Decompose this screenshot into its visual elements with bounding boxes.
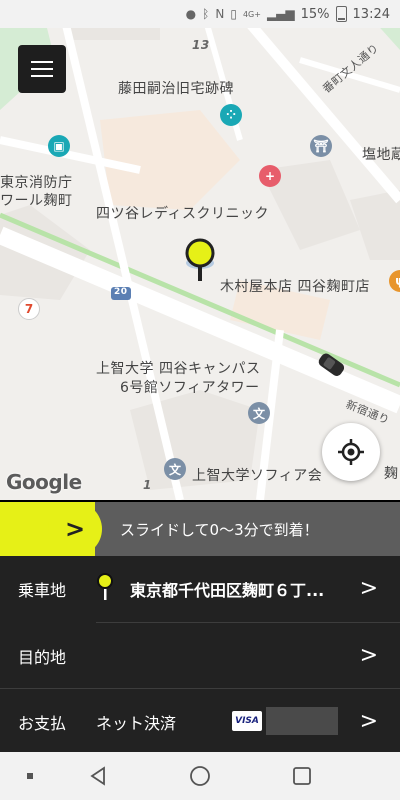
map-label-kimuraya: 木村屋本店 四谷麹町店 <box>220 279 370 295</box>
bluetooth-icon: ᛒ <box>202 7 210 21</box>
location-icon: ● <box>185 7 197 21</box>
vibrate-icon: ▯ <box>230 7 237 21</box>
network-badge: 4G+ <box>242 9 261 19</box>
map-label-fujita: 藤田嗣治旧宅跡碑 <box>118 81 234 97</box>
map-view[interactable]: 藤田嗣治旧宅跡碑 塩地蔵 東京消防庁 ワール麹町 四ツ谷レディスクリニック 木村… <box>0 0 400 500</box>
school-icon-2[interactable]: 文 <box>164 458 186 480</box>
my-location-icon <box>338 439 364 465</box>
chevron-right-icon: > <box>359 576 378 601</box>
nav-home-button[interactable] <box>170 752 230 800</box>
payment-row[interactable]: お支払 ネット決済 VISA > <box>0 689 400 754</box>
pickup-label: 乗車地 <box>18 580 67 600</box>
school-icon[interactable]: 文 <box>248 402 270 424</box>
map-label-shiomi: 塩地蔵 <box>362 147 400 163</box>
map-label-clinic: 四ツ谷レディスクリニック <box>96 206 270 222</box>
google-logo: Google <box>6 470 82 494</box>
back-icon <box>90 766 105 786</box>
map-label-block13: 13 <box>192 38 210 52</box>
status-icons: ● ᛒ N ▯ 4G+ ▂▄▆ 15% 13:24 <box>186 6 390 22</box>
pickup-pin-icon[interactable] <box>182 237 218 285</box>
map-label-sophia2: 6号館ソフィアタワー <box>120 380 260 396</box>
battery-percent: 15% <box>300 6 330 22</box>
map-label-sophia1: 上智大学 四谷キャンパス <box>96 361 261 377</box>
masked-card-number <box>266 707 338 735</box>
map-label-fire: 東京消防庁 <box>0 175 73 191</box>
slide-instruction: スライドして0〜3分で到着！ <box>120 521 319 539</box>
square-dot-icon <box>27 773 33 779</box>
home-icon <box>190 766 210 786</box>
pickup-location-icon <box>97 573 113 600</box>
route-shield-label: 20 <box>114 287 128 297</box>
status-bar: ● ᛒ N ▯ 4G+ ▂▄▆ 15% 13:24 <box>0 0 400 28</box>
my-location-button[interactable] <box>322 423 380 481</box>
pickup-address: 東京都千代田区麹町６丁... <box>130 580 325 600</box>
map-label-block1: 1 <box>143 478 152 492</box>
menu-line <box>31 68 53 70</box>
chevron-right-icon: > <box>64 515 86 543</box>
menu-line <box>31 61 53 63</box>
taxi-car-icon <box>318 353 345 376</box>
recents-icon <box>293 767 311 785</box>
ride-details-panel: 乗車地 東京都千代田区麹町６丁... > 目的地 > お支払 ネット決済 VIS… <box>0 556 400 752</box>
pickup-row[interactable]: 乗車地 東京都千代田区麹町６丁... > <box>0 556 400 621</box>
menu-button[interactable] <box>18 45 66 93</box>
signal-icon: ▂▄▆ <box>266 7 295 21</box>
landmark-icon[interactable]: ⁘ <box>220 104 242 126</box>
convenience-store-icon[interactable]: 7 <box>18 298 40 320</box>
map-label-sophia-hall: 上智大学ソフィア会 <box>192 468 323 484</box>
clock: 13:24 <box>352 6 390 22</box>
nav-menu-button[interactable] <box>0 752 60 800</box>
payment-label: お支払 <box>18 713 67 733</box>
nav-recents-button[interactable] <box>272 752 332 800</box>
clinic-icon[interactable]: + <box>259 165 281 187</box>
destination-row[interactable]: 目的地 > <box>0 623 400 688</box>
menu-line <box>31 75 53 77</box>
map-label-koji: 麹 <box>384 466 399 482</box>
visa-card-icon: VISA <box>232 711 262 731</box>
chevron-right-icon: > <box>359 709 378 734</box>
nfc-icon: N <box>215 7 225 21</box>
android-nav-bar <box>0 752 400 800</box>
payment-method: ネット決済 <box>96 713 177 733</box>
battery-icon <box>335 6 347 22</box>
temple-icon[interactable]: ⛩ <box>310 135 332 157</box>
destination-label: 目的地 <box>18 647 67 667</box>
nav-back-button[interactable] <box>68 752 128 800</box>
government-icon[interactable]: ▣ <box>48 135 70 157</box>
chevron-right-icon: > <box>359 643 378 668</box>
slide-to-call-bar[interactable]: > スライドして0〜3分で到着！ <box>0 502 400 556</box>
map-label-fire2: ワール麹町 <box>0 193 73 209</box>
slide-knob[interactable]: > <box>48 502 102 556</box>
